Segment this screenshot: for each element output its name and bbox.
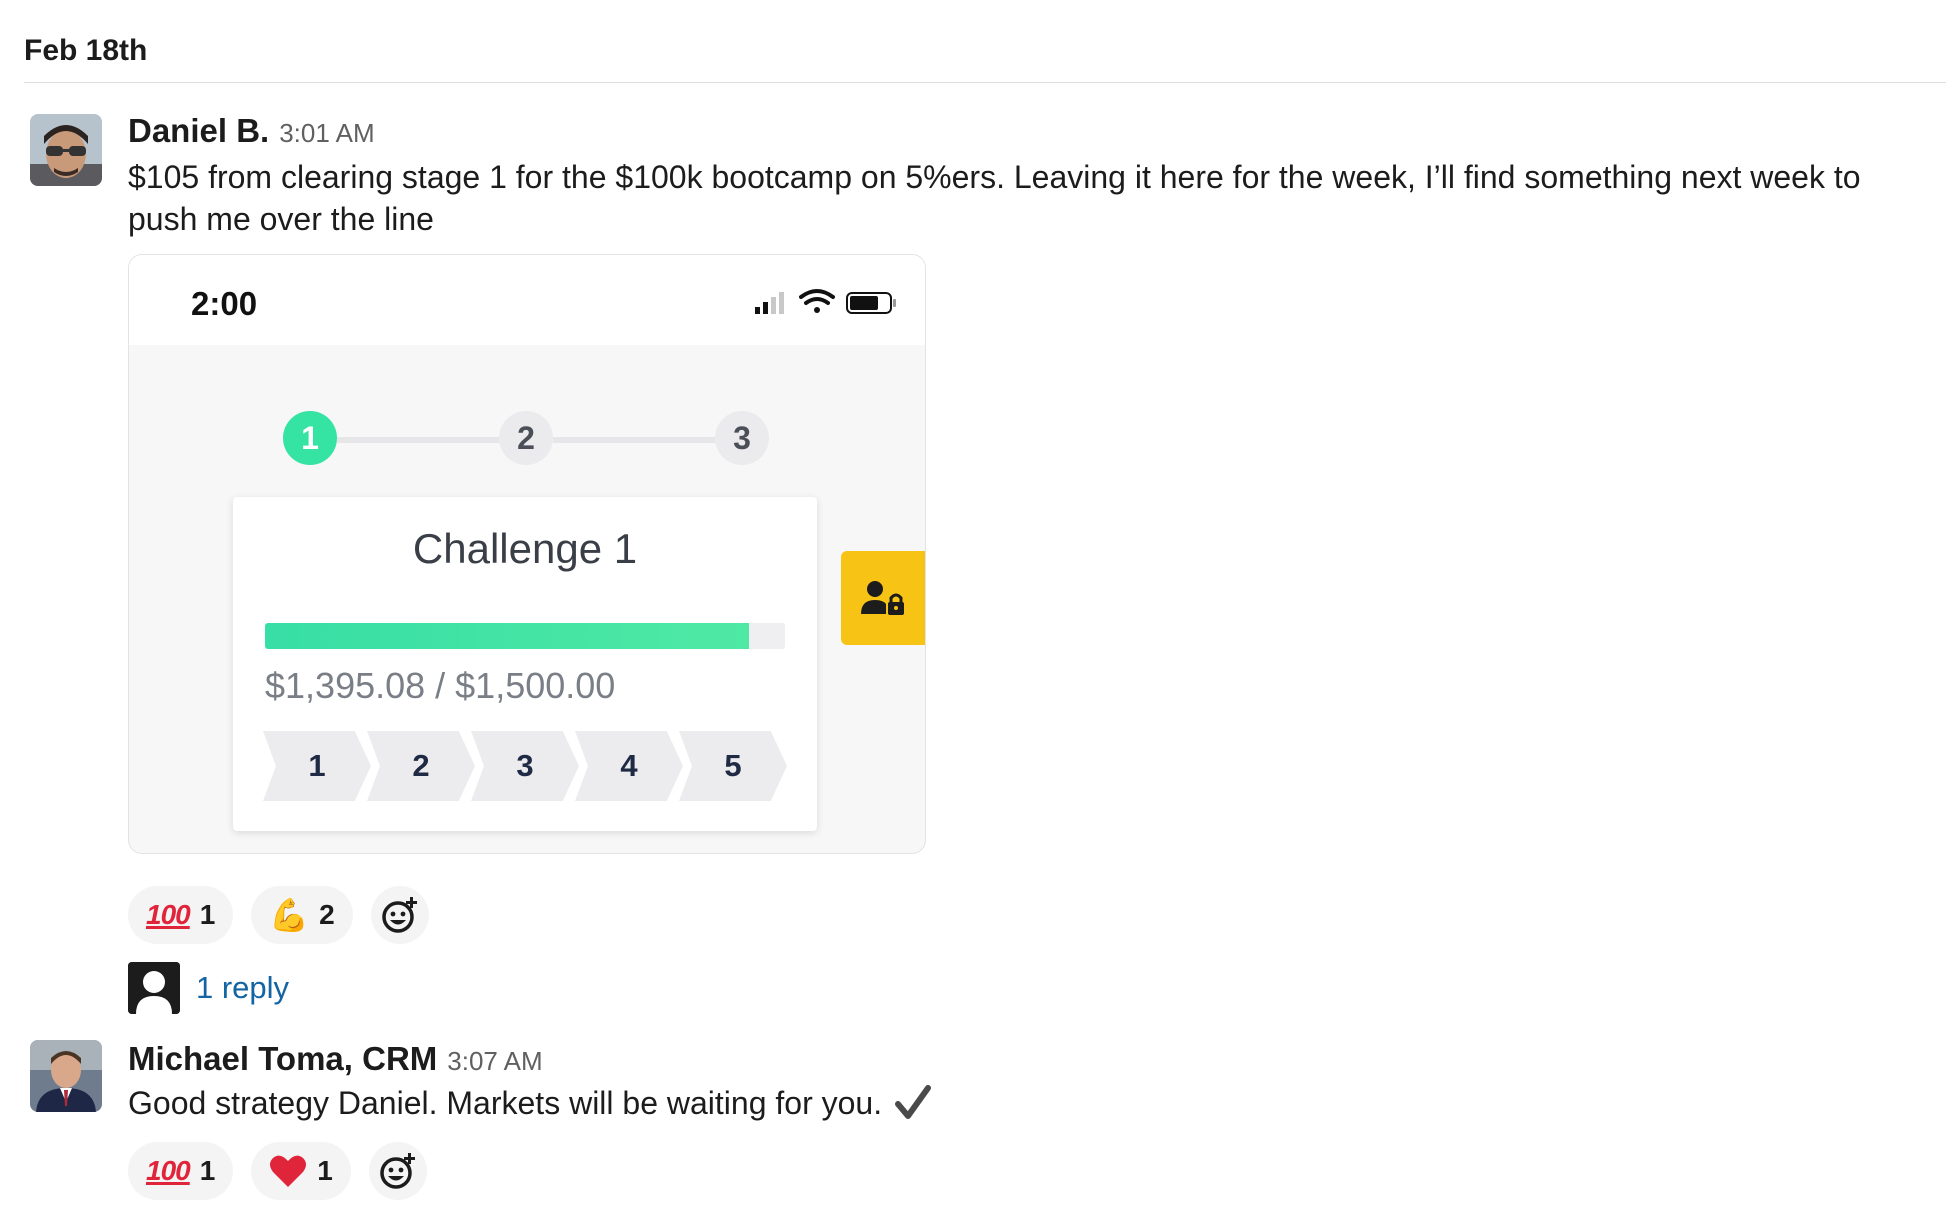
- challenge-title: Challenge 1: [412, 525, 638, 572]
- reaction-count: 1: [317, 1155, 333, 1186]
- user-lock-icon: [861, 581, 904, 615]
- add-emoji-icon: [380, 1153, 415, 1189]
- reaction-hundred-points[interactable]: 100 1: [128, 886, 234, 944]
- step-3: 3: [715, 411, 769, 465]
- message-text: Good strategy Daniel. Markets will be wa…: [128, 1082, 1926, 1124]
- stepper-line: [553, 437, 715, 443]
- divider-line: [24, 82, 1946, 83]
- add-emoji-icon: [381, 897, 417, 933]
- message-text-body: Good strategy Daniel. Markets will be wa…: [128, 1085, 883, 1121]
- status-icons: [755, 287, 897, 322]
- thread-replies[interactable]: 1 reply: [128, 962, 289, 1014]
- avatar-daniel[interactable]: [30, 114, 102, 186]
- progress-amount: $1,395.08 / $1,500.00: [265, 665, 616, 706]
- phase-2: 2: [367, 731, 475, 801]
- locked-user-tab: [841, 551, 925, 645]
- status-time: 2:00: [191, 285, 258, 322]
- step-2: 2: [499, 411, 553, 465]
- reactions-bar: 100 1 💪 2: [128, 886, 429, 944]
- phase-1: 1: [263, 731, 371, 801]
- reaction-count: 1: [199, 899, 216, 930]
- flexed-biceps-icon: 💪: [269, 897, 310, 933]
- image-attachment[interactable]: 2:00 1 2 3 Challenge 1 $1,395.08 / $1,50…: [128, 254, 926, 854]
- stepper-line: [337, 437, 499, 443]
- wifi-icon: [799, 289, 835, 313]
- reactions-bar: 100 1 1: [128, 1142, 427, 1200]
- author-name[interactable]: Michael Toma, CRM: [128, 1040, 437, 1078]
- reaction-count: 1: [199, 1155, 216, 1186]
- cellular-signal-icon: [755, 292, 784, 314]
- reaction-flexed-biceps[interactable]: 💪 2: [251, 886, 353, 944]
- message-timestamp[interactable]: 3:01 AM: [279, 118, 374, 149]
- phase-4: 4: [575, 731, 683, 801]
- message-header: Daniel B. 3:01 AM: [128, 112, 375, 150]
- add-reaction-button[interactable]: [370, 886, 429, 944]
- step-1: 1: [283, 411, 337, 465]
- stage-stepper: 1 2 3: [283, 411, 769, 467]
- reaction-red-heart[interactable]: 1: [251, 1142, 351, 1200]
- reply-avatar: [128, 962, 180, 1014]
- message-text: $105 from clearing stage 1 for the $100k…: [128, 159, 1861, 237]
- phase-5: 5: [679, 731, 787, 801]
- progress-bar: [265, 623, 785, 649]
- phase-3: 3: [471, 731, 579, 801]
- phone-status-bar: 2:00: [129, 255, 925, 345]
- battery-icon: [846, 292, 896, 314]
- date-divider[interactable]: Feb 18th: [24, 34, 147, 68]
- reaction-hundred-points[interactable]: 100 1: [128, 1142, 234, 1200]
- message-header: Michael Toma, CRM 3:07 AM: [128, 1040, 543, 1078]
- red-heart-icon: [270, 1155, 307, 1187]
- reply-count-link[interactable]: 1 reply: [196, 970, 289, 1006]
- author-name[interactable]: Daniel B.: [128, 112, 269, 150]
- avatar-michael[interactable]: [30, 1040, 102, 1112]
- check-mark-icon: [895, 1085, 932, 1119]
- hundred-points-icon: 100: [146, 1155, 191, 1186]
- phase-chevrons: 1 2 3 4 5: [263, 731, 793, 805]
- progress-fill: [265, 623, 749, 649]
- message-timestamp[interactable]: 3:07 AM: [447, 1046, 542, 1077]
- user-silhouette-icon: [128, 962, 180, 1014]
- challenge-card: Challenge 1 $1,395.08 / $1,500.00 1 2 3 …: [233, 497, 817, 831]
- reaction-count: 2: [319, 899, 335, 930]
- add-reaction-button[interactable]: [368, 1142, 427, 1200]
- hundred-points-icon: 100: [146, 899, 191, 930]
